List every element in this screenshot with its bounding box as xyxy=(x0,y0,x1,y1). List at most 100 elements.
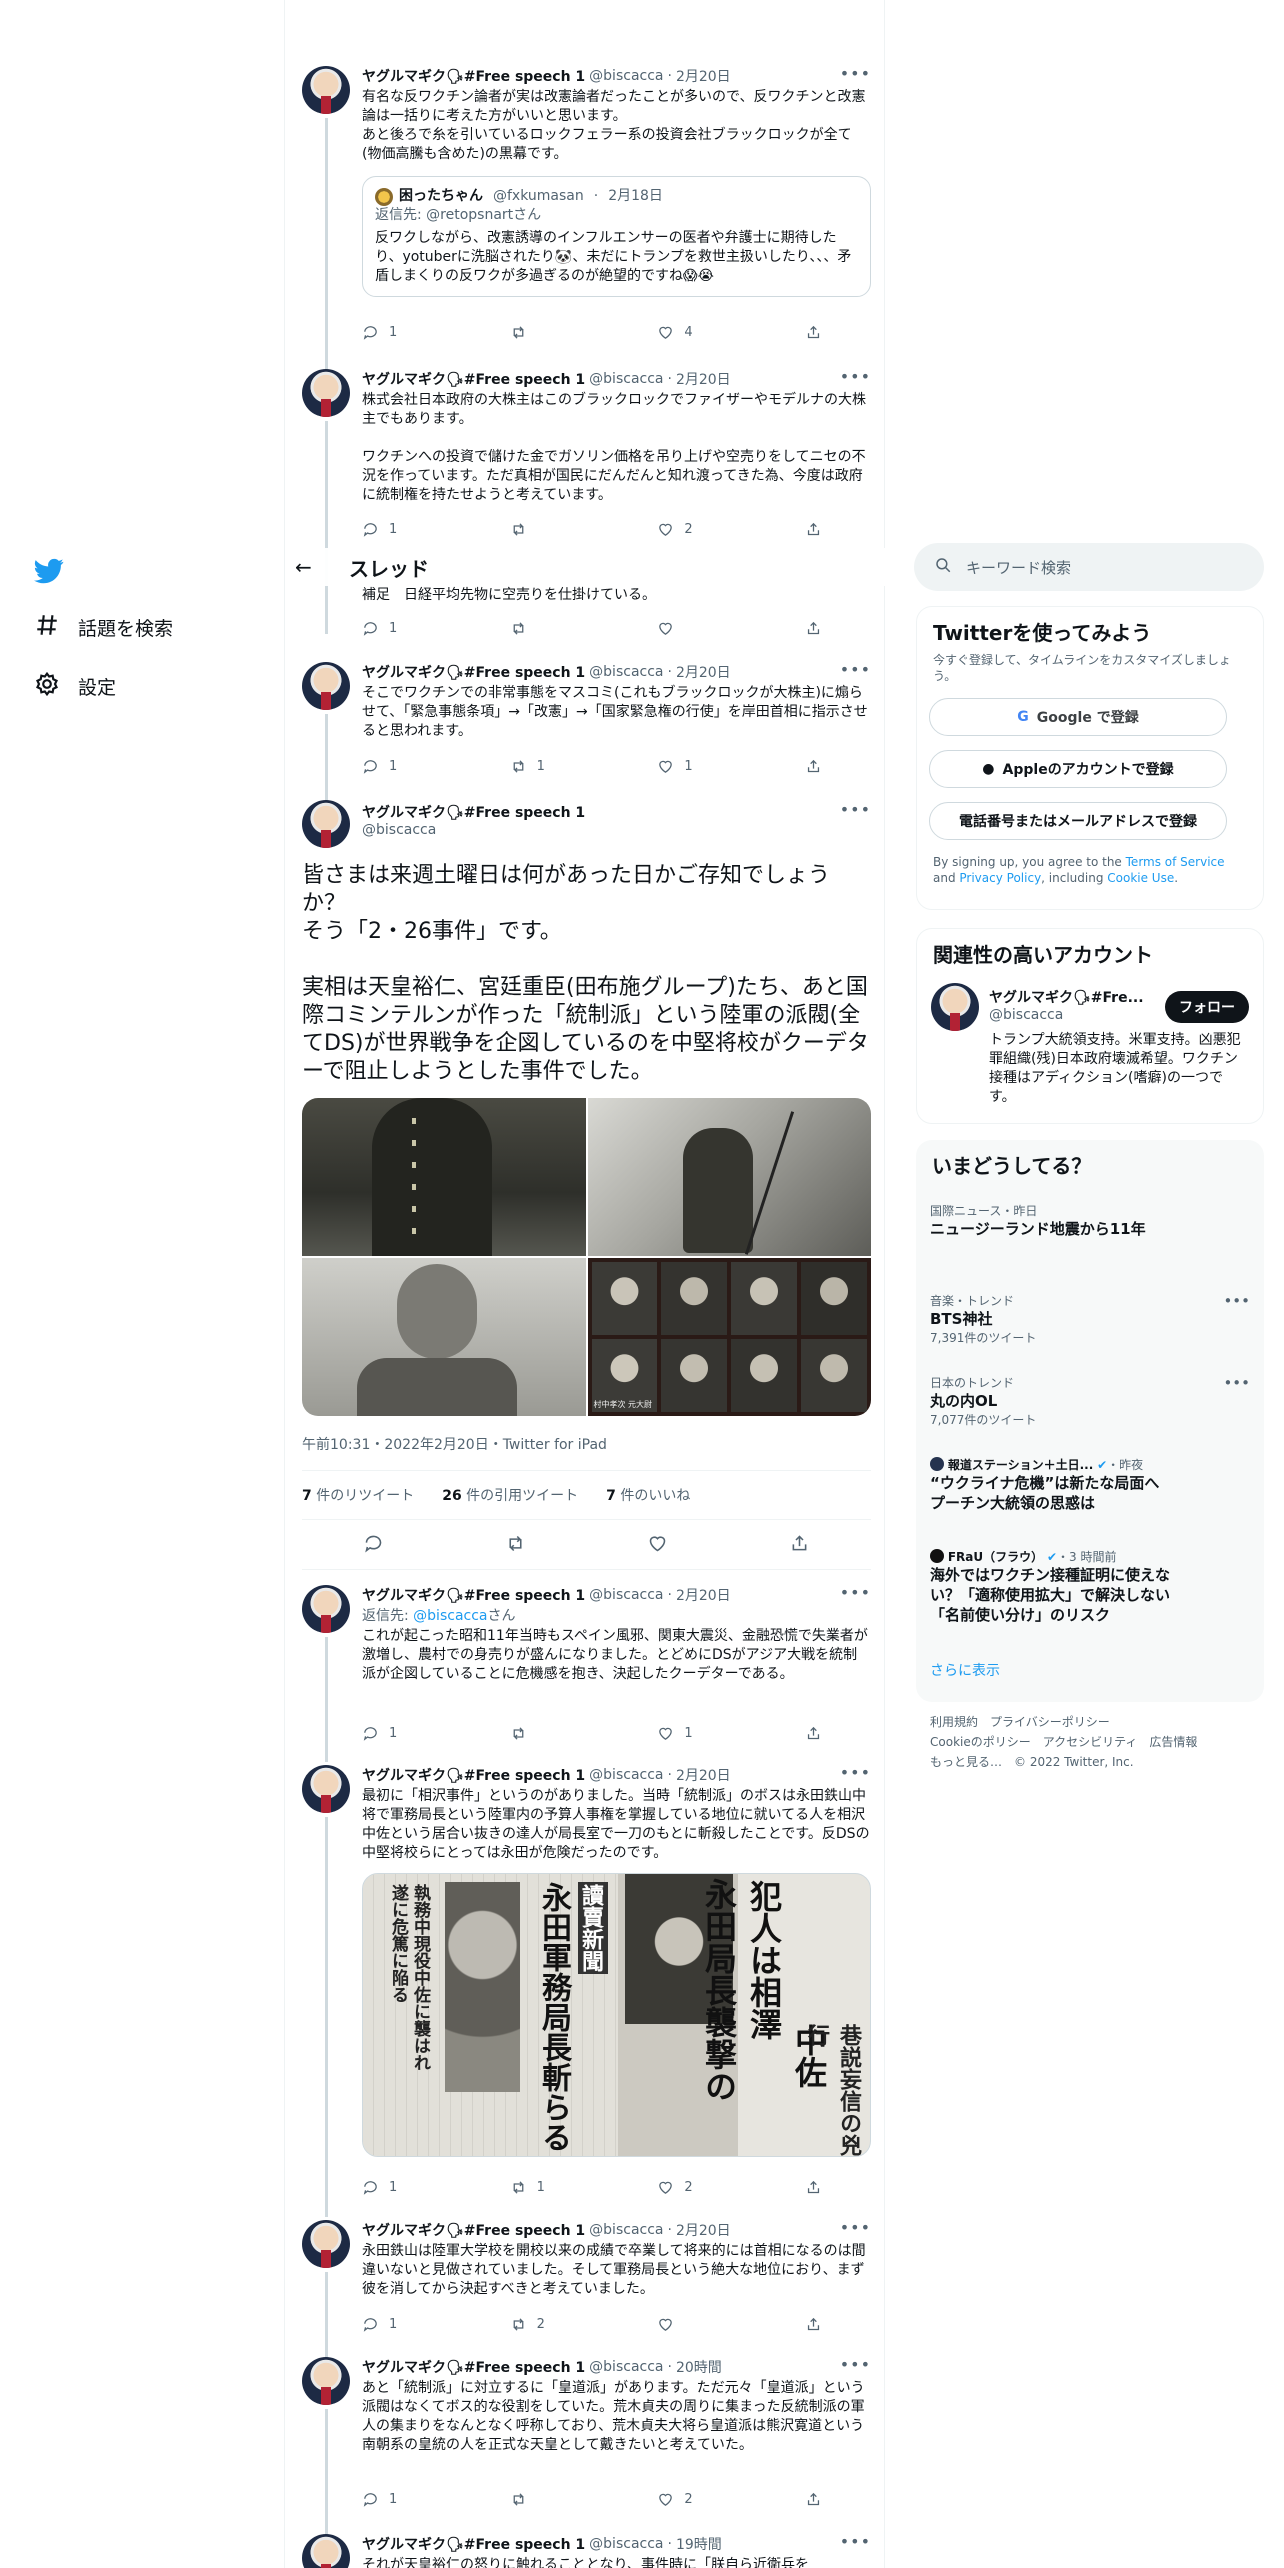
author-handle[interactable]: @biscacca xyxy=(589,68,663,84)
phone-signup-button[interactable]: 電話番号またはメールアドレスで登録 xyxy=(929,802,1227,840)
show-more-link[interactable]: さらに表示 xyxy=(930,1660,1000,1680)
avatar[interactable] xyxy=(302,662,350,710)
like-button[interactable]: 2 xyxy=(657,2179,777,2196)
share-button[interactable] xyxy=(789,1533,810,1558)
tweet-time[interactable]: 2月20日 xyxy=(676,2220,731,2240)
trend-item[interactable]: 音楽・トレンド BTS神社 7,391件のツイート ••• xyxy=(930,1292,1250,1346)
avatar[interactable] xyxy=(302,2534,350,2568)
author-name[interactable]: ヤグルマギク🗣#Free speech 1 xyxy=(362,1585,585,1605)
retweet-button[interactable] xyxy=(510,324,630,341)
author-handle[interactable]: @biscacca xyxy=(589,664,663,680)
tweet-time[interactable]: 19時間 xyxy=(676,2534,722,2554)
reply-button[interactable]: 1 xyxy=(362,1725,482,1742)
author-handle[interactable]: @biscacca xyxy=(362,822,871,838)
author-name[interactable]: ヤグルマギク🗣#Free speech 1 xyxy=(362,802,585,822)
more-icon[interactable]: ••• xyxy=(840,1583,871,1602)
footer-line[interactable]: 利用規約 プライバシーポリシー xyxy=(930,1712,1197,1732)
photo-collage[interactable]: 村中孝次 元大尉 xyxy=(587,1258,871,1416)
tweet-time[interactable]: 2月20日 xyxy=(676,662,731,682)
share-button[interactable] xyxy=(805,2491,825,2508)
search-bar[interactable]: キーワード検索 xyxy=(914,543,1264,591)
share-button[interactable] xyxy=(805,2316,825,2333)
share-button[interactable] xyxy=(805,521,825,538)
privacy-link[interactable]: Privacy Policy xyxy=(959,871,1041,885)
more-icon[interactable]: ••• xyxy=(840,367,871,386)
like-button[interactable]: 2 xyxy=(657,2491,777,2508)
google-signup-button[interactable]: G Google で登録 xyxy=(929,698,1227,736)
avatar[interactable] xyxy=(302,369,350,417)
news-item[interactable]: 報道ステーション＋土日... ✔・昨夜 “ウクライナ危機”は新たな局面へ プーチ… xyxy=(930,1456,1250,1513)
retweet-stat[interactable]: 7 件のリツイート xyxy=(302,1485,414,1505)
reply-button[interactable]: 1 xyxy=(362,521,482,538)
more-icon[interactable]: ••• xyxy=(840,2532,871,2551)
twitter-logo-icon[interactable] xyxy=(34,556,64,590)
author-handle[interactable]: @biscacca xyxy=(589,1587,663,1603)
like-button[interactable]: 4 xyxy=(657,324,777,341)
more-icon[interactable]: ••• xyxy=(840,1763,871,1782)
more-icon[interactable]: ••• xyxy=(1223,1374,1250,1392)
avatar[interactable] xyxy=(302,2357,350,2405)
tweet-time[interactable]: 2月20日 xyxy=(676,1765,731,1785)
author-handle[interactable]: @biscacca xyxy=(589,2222,663,2238)
reply-to-handle[interactable]: @retopsnartさん xyxy=(426,207,541,223)
author-handle[interactable]: @biscacca xyxy=(589,2536,663,2552)
photo[interactable] xyxy=(587,1098,871,1256)
reply-button[interactable] xyxy=(363,1533,384,1558)
like-stat[interactable]: 7 件のいいね xyxy=(606,1485,690,1505)
author-name[interactable]: ヤグルマギク🗣#Free speech 1 xyxy=(362,66,585,86)
retweet-button[interactable] xyxy=(505,1533,526,1558)
more-icon[interactable]: ••• xyxy=(840,2218,871,2237)
tweet-time[interactable]: 2月20日 xyxy=(676,66,731,86)
nav-settings[interactable]: 設定 xyxy=(34,671,116,702)
tweet-time[interactable]: 2月20日 xyxy=(676,1585,731,1605)
follow-button[interactable]: フォロー xyxy=(1165,991,1249,1023)
more-icon[interactable]: ••• xyxy=(840,2355,871,2374)
reply-button[interactable]: 1 xyxy=(362,620,482,637)
retweet-button[interactable] xyxy=(510,2491,630,2508)
author-name[interactable]: ヤグルマギク🗣#Free speech 1 xyxy=(362,662,585,682)
terms-link[interactable]: Terms of Service xyxy=(1126,855,1225,869)
news-item[interactable]: FRaU（フラウ） ✔・3 時間前 海外ではワクチン接種証明に使えない？「適称使… xyxy=(930,1548,1250,1625)
like-button[interactable]: 1 xyxy=(657,1725,777,1742)
retweet-button[interactable] xyxy=(510,521,630,538)
tweet-time[interactable]: 2月20日 xyxy=(676,369,731,389)
photo[interactable] xyxy=(302,1258,586,1416)
author-name[interactable]: ヤグルマギク🗣#Free speech 1 xyxy=(362,2220,585,2240)
avatar[interactable] xyxy=(302,1585,350,1633)
reply-to-handle[interactable]: @biscacca xyxy=(413,1608,487,1624)
avatar[interactable] xyxy=(931,983,979,1031)
share-button[interactable] xyxy=(805,620,825,637)
retweet-button[interactable]: 2 xyxy=(510,2316,630,2333)
author-name[interactable]: ヤグルマギク🗣#Free speech 1 xyxy=(362,2534,585,2554)
more-icon[interactable]: ••• xyxy=(840,800,871,819)
author-name[interactable]: ヤグルマギク🗣#Free speech 1 xyxy=(362,2357,585,2377)
like-button[interactable] xyxy=(647,1533,668,1558)
more-icon[interactable]: ••• xyxy=(840,660,871,679)
reply-button[interactable]: 1 xyxy=(362,2179,482,2196)
like-button[interactable]: 2 xyxy=(657,521,777,538)
newspaper-image[interactable]: 執務中現役中佐に襲はれ 遂に危篤に陥る 永田軍務局長斬らる 讀賣新聞 永田局長襲… xyxy=(362,1873,871,2157)
more-icon[interactable]: ••• xyxy=(1223,1292,1250,1310)
retweet-button[interactable]: 1 xyxy=(510,758,630,775)
reply-button[interactable]: 1 xyxy=(362,758,482,775)
avatar[interactable] xyxy=(302,800,350,848)
reply-button[interactable]: 1 xyxy=(362,324,482,341)
quote-stat[interactable]: 26 件の引用ツイート xyxy=(442,1485,578,1505)
reply-button[interactable]: 1 xyxy=(362,2316,482,2333)
cookie-link[interactable]: Cookie Use xyxy=(1107,871,1174,885)
share-button[interactable] xyxy=(805,1725,825,1742)
photo[interactable] xyxy=(302,1098,586,1256)
retweet-button[interactable] xyxy=(510,1725,630,1742)
author-handle[interactable]: @biscacca xyxy=(589,2359,663,2375)
retweet-button[interactable]: 1 xyxy=(510,2179,630,2196)
author-name[interactable]: ヤグルマギク🗣#Free speech 1 xyxy=(362,1765,585,1785)
share-button[interactable] xyxy=(805,324,825,341)
avatar[interactable] xyxy=(302,1765,350,1813)
search-input[interactable]: キーワード検索 xyxy=(966,557,1071,578)
back-arrow-icon[interactable]: ← xyxy=(295,555,331,579)
nav-explore[interactable]: 話題を検索 xyxy=(34,612,173,643)
tweet-time[interactable]: 20時間 xyxy=(676,2357,722,2377)
tweet-timestamp[interactable]: 午前10:31・2022年2月20日・Twitter for iPad xyxy=(302,1434,607,1454)
author-handle[interactable]: @biscacca xyxy=(589,371,663,387)
related-account-handle[interactable]: @biscacca xyxy=(989,1007,1063,1023)
